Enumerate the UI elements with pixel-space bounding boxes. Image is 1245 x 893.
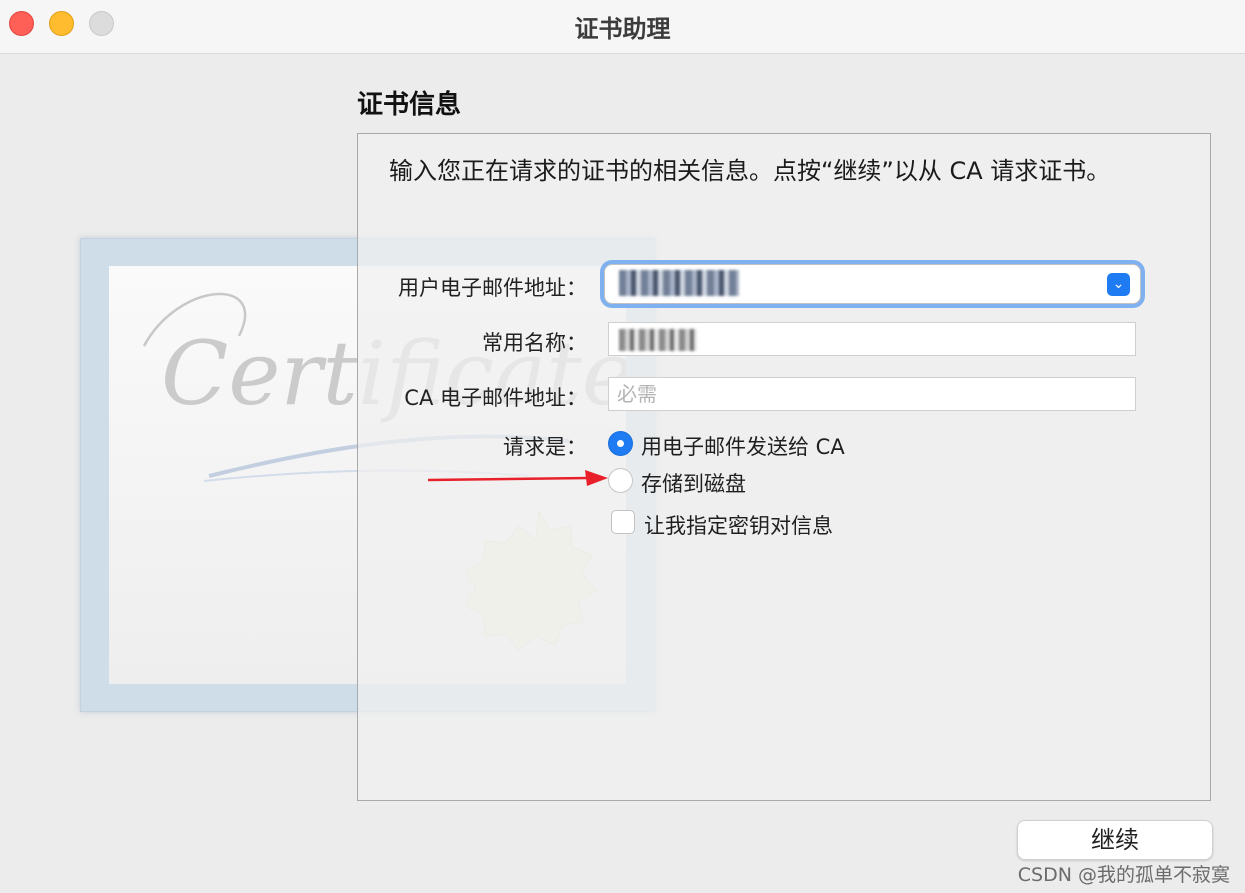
instructions-text: 输入您正在请求的证书的相关信息。点按“继续”以从 CA 请求证书。 [389,157,1111,185]
email-to-ca-radio[interactable] [608,431,633,456]
window-title: 证书助理 [574,15,671,43]
email-value-redacted [619,270,739,296]
specify-key-pair-checkbox[interactable] [611,510,635,534]
email-popup[interactable]: ⌄ [604,264,1141,304]
save-to-disk-label: 存储到磁盘 [641,472,746,496]
title-bar: 证书助理 [0,0,1245,54]
ca-email-field[interactable] [608,377,1136,411]
email-to-ca-label: 用电子邮件发送给 CA [641,435,845,459]
annotation-arrow-icon [427,470,608,486]
ca-email-input[interactable] [609,378,1135,410]
common-name-field[interactable] [608,322,1136,356]
ca-email-label: CA 电子邮件地址： [404,386,587,410]
save-to-disk-radio[interactable] [608,468,633,493]
email-label: 用户电子邮件地址： [398,276,587,300]
form-panel [357,133,1211,801]
common-name-label: 常用名称： [482,331,587,355]
specify-key-pair-label: 让我指定密钥对信息 [644,514,833,538]
watermark: CSDN @我的孤单不寂寞 [1017,864,1230,886]
continue-button[interactable]: 继续 [1017,820,1213,860]
chevron-down-icon: ⌄ [1107,273,1130,296]
request-label: 请求是： [503,435,587,459]
section-title: 证书信息 [357,90,462,120]
common-name-value-redacted [619,329,697,351]
